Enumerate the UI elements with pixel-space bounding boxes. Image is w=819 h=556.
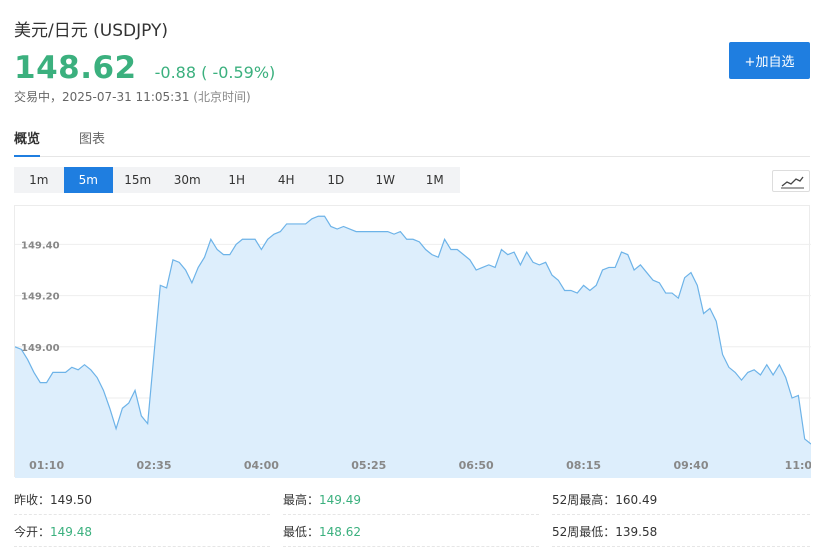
stat-high: 最高：149.49 xyxy=(283,491,361,508)
timezone-text: (北京时间) xyxy=(193,90,251,104)
tab-chart[interactable]: 图表 xyxy=(79,128,105,155)
y-tick-label: 149.40 xyxy=(21,240,60,251)
stat-label: 最低： xyxy=(283,525,320,539)
x-tick-label: 09:40 xyxy=(673,459,708,472)
tab-overview[interactable]: 概览 xyxy=(14,128,41,157)
stat-value: 149.48 xyxy=(50,525,93,539)
interval-15m[interactable]: 15m xyxy=(113,167,163,193)
y-tick-label: 149.20 xyxy=(21,292,60,303)
y-tick-label: 149.00 xyxy=(21,343,60,354)
stat-low: 最低：148.62 xyxy=(283,523,361,540)
stat-label: 昨收： xyxy=(14,493,51,507)
price-change: -0.88 ( -0.59%) xyxy=(154,63,276,82)
current-price: 148.62 xyxy=(14,50,137,86)
x-tick-label: 05:25 xyxy=(351,459,386,472)
divider xyxy=(14,514,270,515)
stat-prev-close: 昨收：149.50 xyxy=(14,491,92,508)
price-row: 148.62 -0.88 ( -0.59%) xyxy=(14,50,275,86)
status-text: 交易中，2025-07-31 11:05:31 xyxy=(14,90,190,104)
interval-1m[interactable]: 1m xyxy=(14,167,64,193)
x-tick-label: 02:35 xyxy=(136,459,171,472)
stat-value: 149.50 xyxy=(50,493,93,507)
x-tick-label: 06:50 xyxy=(459,459,494,472)
divider xyxy=(552,514,810,515)
divider xyxy=(14,546,270,547)
interval-1mo[interactable]: 1M xyxy=(410,167,460,193)
stat-label: 最高： xyxy=(283,493,320,507)
x-tick-label: 11:0 xyxy=(785,459,811,472)
stat-value: 148.62 xyxy=(319,525,362,539)
page-title: 美元/日元 (USDJPY) xyxy=(14,21,168,41)
chart-type-button[interactable] xyxy=(772,170,810,192)
stat-label: 今开： xyxy=(14,525,51,539)
stat-open: 今开：149.48 xyxy=(14,523,92,540)
stat-label: 52周最高： xyxy=(552,493,616,507)
tab-bar: 概览 图表 xyxy=(14,128,810,157)
interval-4h[interactable]: 4H xyxy=(262,167,312,193)
stat-value: 160.49 xyxy=(615,493,658,507)
interval-1d[interactable]: 1D xyxy=(311,167,361,193)
add-to-watchlist-button[interactable]: +加自选 xyxy=(729,42,810,79)
stat-52w-low: 52周最低：139.58 xyxy=(552,523,657,540)
stats-panel: 昨收：149.50 最高：149.49 52周最高：160.49 今开：149.… xyxy=(14,484,810,548)
price-chart-svg: 149.40149.20149.00148.80148.6001:1002:35… xyxy=(15,215,811,478)
price-chart: 149.40149.20149.00148.80148.6001:1002:35… xyxy=(14,205,811,478)
divider xyxy=(283,514,539,515)
divider xyxy=(552,546,810,547)
interval-5m[interactable]: 5m xyxy=(63,167,113,193)
stat-label: 52周最低： xyxy=(552,525,616,539)
stat-value: 149.49 xyxy=(319,493,362,507)
stat-value: 139.58 xyxy=(615,525,658,539)
interval-selector: 1m 5m 15m 30m 1H 4H 1D 1W 1M xyxy=(14,167,460,193)
interval-30m[interactable]: 30m xyxy=(163,167,213,193)
interval-1w[interactable]: 1W xyxy=(361,167,411,193)
x-tick-label: 04:00 xyxy=(244,459,279,472)
trading-status: 交易中，2025-07-31 11:05:31 (北京时间) xyxy=(14,88,251,105)
divider xyxy=(283,546,539,547)
interval-1h[interactable]: 1H xyxy=(212,167,262,193)
line-chart-icon xyxy=(781,176,804,189)
x-tick-label: 01:10 xyxy=(29,459,64,472)
stat-52w-high: 52周最高：160.49 xyxy=(552,491,657,508)
x-tick-label: 08:15 xyxy=(566,459,601,472)
